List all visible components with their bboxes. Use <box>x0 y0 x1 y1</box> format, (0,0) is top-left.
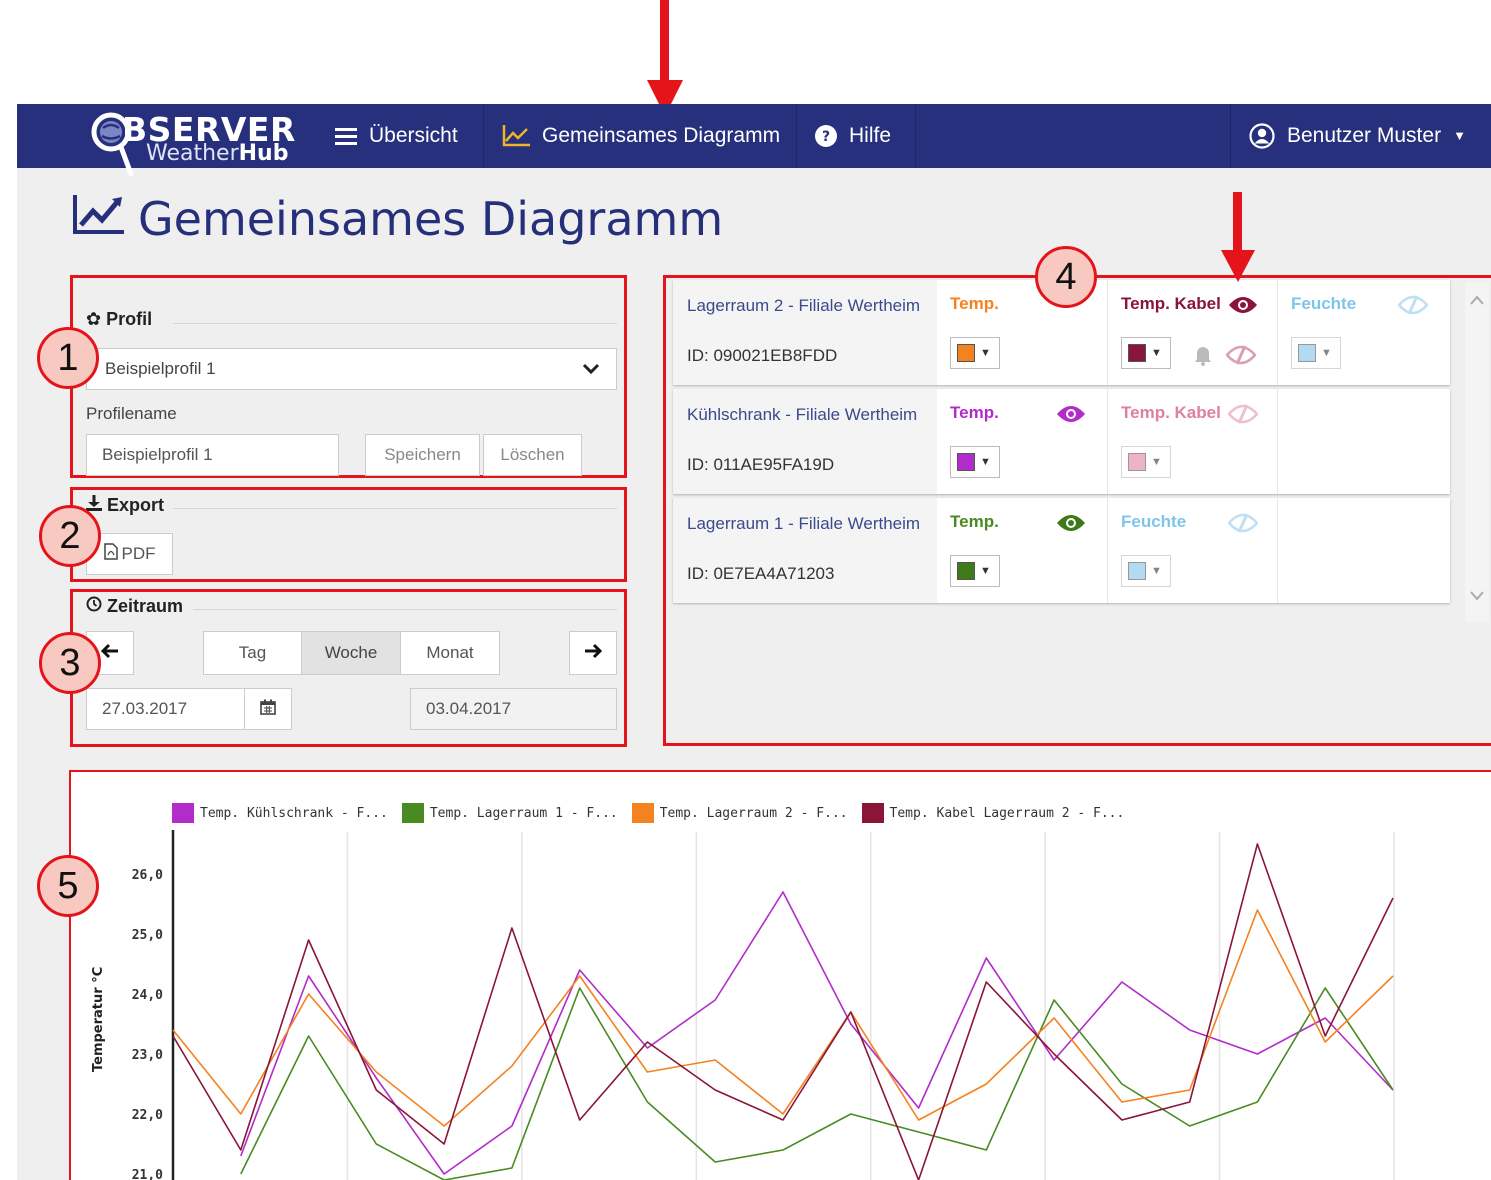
color-picker[interactable]: ▼ <box>950 337 1000 369</box>
eye-icon[interactable] <box>1228 295 1258 320</box>
user-avatar-icon <box>1249 123 1275 149</box>
annotation-badge: 5 <box>37 855 99 917</box>
color-picker[interactable]: ▼ <box>950 555 1000 587</box>
nav-help[interactable]: ? Hilfe <box>797 104 916 168</box>
annotation-badge: 3 <box>39 632 101 694</box>
sensor-id: ID: 090021EB8FDD <box>687 346 838 365</box>
measurement-label: Feuchte <box>1121 512 1187 531</box>
user-menu[interactable]: Benutzer Muster ▼ <box>1230 104 1491 168</box>
series-line[interactable] <box>172 909 1394 1127</box>
color-picker[interactable]: ▼ <box>1121 555 1171 587</box>
nav-overview-label: Übersicht <box>369 124 458 147</box>
sensor-id: ID: 011AE95FA19D <box>687 455 835 474</box>
y-tick-label: 26,0 <box>132 868 163 883</box>
page-title-text: Gemeinsames Diagramm <box>138 192 724 246</box>
logo-subtitle: WeatherHub <box>146 141 289 166</box>
measurement-label: Temp. <box>950 294 999 313</box>
eye-slash-icon[interactable] <box>1225 344 1257 371</box>
calendar-icon <box>260 699 276 720</box>
menu-icon <box>335 127 357 145</box>
profile-select-value: Beispielprofil 1 <box>105 359 216 378</box>
sensor-name: Lagerraum 1 - Filiale Wertheim <box>687 514 921 533</box>
eye-slash-icon[interactable] <box>1227 512 1259 539</box>
date-from-input[interactable]: 27.03.2017 <box>86 688 245 730</box>
bell-icon[interactable] <box>1193 344 1213 371</box>
profile-section-title: ✿ Profil <box>86 309 153 329</box>
shared-chart: Temp. Kühlschrank - F... Temp. Lagerraum … <box>71 772 1491 1180</box>
profile-name-label: Profilename <box>86 404 177 423</box>
measurement-label: Temp. <box>950 512 999 531</box>
annotation-badge: 1 <box>37 327 99 389</box>
save-button[interactable]: Speichern <box>365 434 480 476</box>
annotation-badge: 4 <box>1035 246 1097 308</box>
export-section-title: Export <box>86 495 164 516</box>
export-panel: Export PDF <box>70 487 627 582</box>
tab-day[interactable]: Tag <box>203 631 302 675</box>
pointer-arrow-nav <box>647 0 683 116</box>
sensor-name: Kühlschrank - Filiale Wertheim <box>687 405 918 424</box>
chart-canvas: 21,0 22,0 23,0 24,0 25,0 26,0 <box>132 830 1395 1180</box>
user-name: Benutzer Muster <box>1287 124 1442 147</box>
y-tick-label: 21,0 <box>132 1168 163 1180</box>
timespan-section-title: Zeitraum <box>86 596 183 617</box>
arrow-right-icon <box>584 643 603 664</box>
sensor-card: Kühlschrank - Filiale Wertheim ID: 011AE… <box>673 389 1450 494</box>
eye-slash-icon[interactable] <box>1397 294 1429 321</box>
timespan-panel: Zeitraum Tag Woche Monat 27.03.2017 03.0… <box>70 589 627 747</box>
line-chart-icon <box>502 125 530 147</box>
date-to-input[interactable]: 03.04.2017 <box>410 688 617 730</box>
help-icon: ? <box>815 125 837 147</box>
measurement-label: Feuchte <box>1291 294 1357 313</box>
color-picker[interactable]: ▼ <box>950 446 1000 478</box>
pdf-label: PDF <box>121 544 156 563</box>
page-title: Gemeinsames Diagramm <box>72 192 723 246</box>
profile-select[interactable]: Beispielprofil 1 <box>86 348 617 390</box>
chevron-up-icon <box>1470 292 1484 310</box>
pdf-file-icon <box>103 543 118 565</box>
color-picker[interactable]: ▼ <box>1291 337 1341 369</box>
series-line[interactable] <box>172 843 1394 1180</box>
arrow-left-icon <box>100 643 119 664</box>
svg-text:?: ? <box>822 129 830 145</box>
sensor-list-scrollbar[interactable] <box>1465 282 1489 622</box>
top-navbar: BSERVER WeatherHub Übersicht Gemeinsames… <box>17 104 1491 177</box>
chevron-down-icon <box>582 357 600 384</box>
y-tick-label: 25,0 <box>132 928 163 943</box>
tab-month[interactable]: Monat <box>400 631 500 675</box>
measurement-label: Temp. <box>950 403 999 422</box>
chevron-down-icon <box>1470 588 1484 606</box>
nav-overview[interactable]: Übersicht <box>317 104 484 168</box>
gear-icon: ✿ <box>86 309 102 329</box>
color-picker[interactable]: ▼ <box>1121 337 1171 369</box>
delete-button[interactable]: Löschen <box>483 434 582 476</box>
color-picker[interactable]: ▼ <box>1121 446 1171 478</box>
tab-week[interactable]: Woche <box>301 631 401 675</box>
eye-slash-icon[interactable] <box>1227 403 1259 430</box>
annotation-badge: 2 <box>39 505 101 567</box>
nav-shared-chart-label: Gemeinsames Diagramm <box>542 124 781 147</box>
profile-name-input[interactable]: Beispielprofil 1 <box>86 434 339 476</box>
eye-icon[interactable] <box>1056 513 1086 538</box>
measurement-label: Temp. Kabel <box>1121 294 1221 313</box>
sensor-card: Lagerraum 1 - Filiale Wertheim ID: 0E7EA… <box>673 498 1450 603</box>
nav-shared-chart[interactable]: Gemeinsames Diagramm <box>484 104 797 168</box>
sensor-id: ID: 0E7EA4A71203 <box>687 564 835 583</box>
measurement-label: Temp. Kabel <box>1121 403 1221 422</box>
y-axis-label: Temperatur °C <box>91 966 106 1072</box>
profile-panel: ✿ Profil Beispielprofil 1 Profilename Bei… <box>70 275 627 478</box>
line-chart-icon <box>72 192 124 246</box>
nav-help-label: Hilfe <box>849 124 892 147</box>
y-tick-label: 23,0 <box>132 1048 163 1063</box>
y-tick-label: 24,0 <box>132 988 163 1003</box>
observer-logo[interactable]: BSERVER WeatherHub <box>89 112 295 177</box>
eye-icon[interactable] <box>1056 404 1086 429</box>
clock-icon <box>86 596 102 617</box>
next-period-button[interactable] <box>569 631 617 675</box>
y-tick-label: 22,0 <box>132 1108 163 1123</box>
sensor-name: Lagerraum 2 - Filiale Wertheim <box>687 296 921 315</box>
pointer-arrow-eye <box>1221 192 1255 282</box>
calendar-button[interactable] <box>244 688 292 730</box>
caret-down-icon: ▼ <box>1453 128 1466 143</box>
